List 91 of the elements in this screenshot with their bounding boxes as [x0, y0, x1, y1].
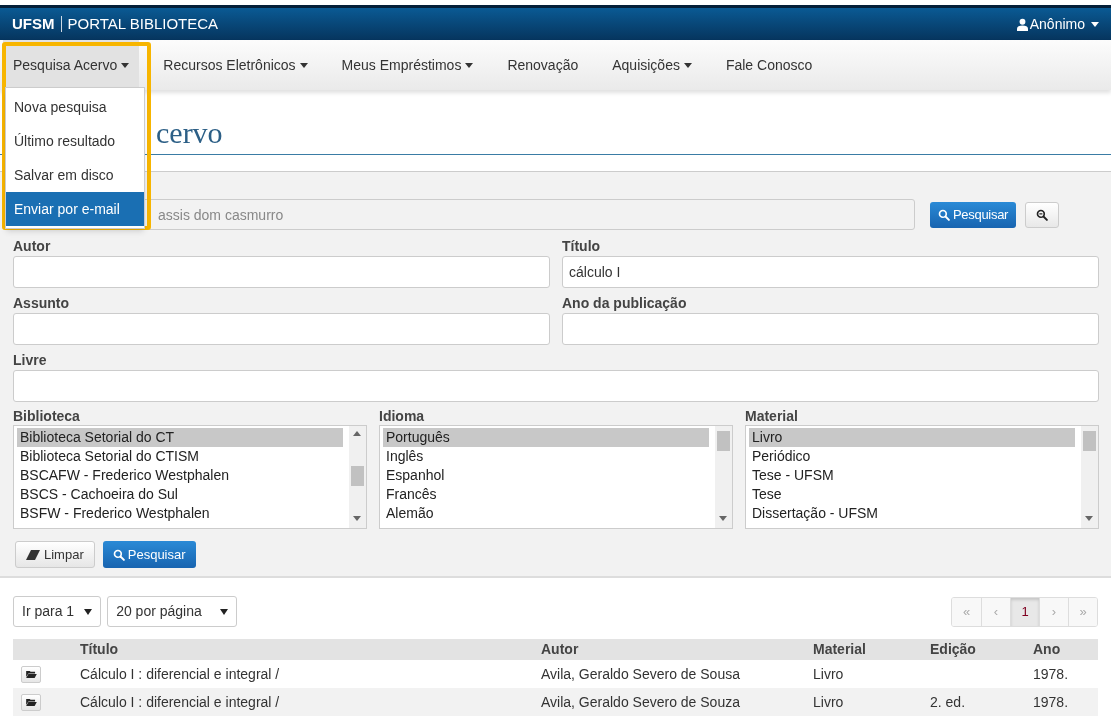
scroll-thumb[interactable]	[351, 466, 364, 486]
field-label: Ano da publicação	[562, 294, 688, 312]
column-header: Autor	[541, 641, 579, 657]
list-option[interactable]: Francês	[383, 485, 709, 504]
per-page-select[interactable]: 20 por página	[107, 596, 238, 627]
folder-icon	[25, 670, 37, 678]
caret-icon	[121, 62, 130, 68]
open-record-button[interactable]	[21, 665, 41, 683]
list-option[interactable]: Espanhol	[383, 466, 709, 485]
scroll-thumb[interactable]	[1083, 431, 1096, 451]
scroll-thumb[interactable]	[717, 431, 730, 451]
list-option[interactable]: Periódico	[749, 447, 1075, 466]
field-label: Material	[745, 407, 799, 425]
nav-menu-item[interactable]: Aquisições	[602, 40, 702, 90]
search-button[interactable]: Pesquisar	[930, 201, 1017, 228]
list-option[interactable]: Livro	[749, 428, 1075, 447]
user-menu[interactable]: Anônimo	[1016, 13, 1099, 35]
list-box[interactable]: Livro Periódico Tese - UFSM Tese Dissertação - UFSM	[745, 425, 1099, 529]
text-field[interactable]	[13, 256, 550, 288]
field-label: Assunto	[13, 294, 70, 312]
eraser-icon	[26, 549, 40, 560]
folder-icon	[25, 698, 37, 706]
scrollbar[interactable]	[715, 426, 732, 528]
table-cell: Cálculo I : diferencial e integral /	[80, 665, 280, 682]
field-label: Título	[562, 237, 602, 255]
page-heading: cervo	[156, 118, 223, 148]
list-option[interactable]: Tese	[749, 485, 1075, 504]
column-header: Título	[80, 641, 119, 657]
list-option[interactable]: BSFW - Frederico Westphalen	[17, 504, 343, 523]
brand-logo-text: UFSM	[12, 13, 55, 34]
caret-icon	[299, 62, 308, 68]
scrollbar[interactable]	[349, 426, 366, 528]
clear-button[interactable]: Limpar	[15, 541, 95, 568]
text-field[interactable]	[562, 313, 1099, 345]
table-cell: Livro	[813, 665, 844, 682]
zoom-out-button[interactable]	[1025, 201, 1060, 228]
goto-page-select[interactable]: Ir para 1	[13, 596, 102, 627]
column-header: Ano	[1033, 641, 1061, 657]
zoom-out-icon	[1036, 208, 1049, 221]
nav-menu-item[interactable]: Renovação	[497, 40, 589, 90]
text-field[interactable]: cálculo I	[562, 256, 1099, 288]
list-option[interactable]: Alemão	[383, 504, 709, 523]
scrollbar[interactable]	[1081, 426, 1098, 528]
pagination-button[interactable]: 1	[1010, 597, 1039, 626]
table-cell: Avila, Geraldo Severo de Souza	[541, 693, 740, 710]
text-field[interactable]	[13, 370, 1099, 402]
dropdown-menu-item[interactable]: Enviar por e-mail	[6, 192, 144, 226]
field-label: Biblioteca	[13, 407, 81, 425]
table-cell: 2. ed.	[930, 693, 966, 710]
caret-icon	[84, 608, 93, 615]
search-icon	[112, 548, 125, 561]
caret-icon	[465, 62, 474, 68]
column-header: Material	[813, 641, 866, 657]
field-label: Livre	[13, 351, 48, 369]
caret-icon	[1091, 21, 1099, 27]
scroll-down-icon[interactable]	[719, 516, 727, 521]
list-box[interactable]: Português Inglês Espanhol Francês Alemão	[379, 425, 733, 529]
scroll-up-icon[interactable]	[353, 431, 361, 436]
dropdown-menu-item[interactable]: Nova pesquisa	[6, 90, 144, 124]
caret-icon	[683, 62, 692, 68]
search-button[interactable]: Pesquisar	[102, 541, 196, 568]
scroll-down-icon[interactable]	[1085, 516, 1093, 521]
list-option[interactable]: Biblioteca Setorial do CT	[17, 428, 343, 447]
dropdown-menu-item[interactable]: Último resultado	[6, 124, 144, 158]
text-field[interactable]	[13, 313, 550, 345]
nav-menu-item[interactable]: Meus Empréstimos	[331, 40, 484, 90]
table-cell: Avila, Geraldo Severo de Sousa	[541, 665, 740, 682]
nav-menu-item[interactable]: Recursos Eletrônicos	[153, 40, 318, 90]
open-record-button[interactable]	[21, 693, 41, 711]
table-cell: Livro	[813, 693, 844, 710]
list-box[interactable]: Biblioteca Setorial do CT Biblioteca Setorial do CTISM BSCAFW - Frederico Westphalen BSCS - Cachoeira do Sul BSFW - Frederico Westphalen	[13, 425, 367, 529]
list-option[interactable]: Dissertação - UFSM	[749, 504, 1075, 523]
list-option[interactable]: Biblioteca Setorial do CTISM	[17, 447, 343, 466]
scroll-down-icon[interactable]	[353, 516, 361, 521]
table-cell: 1978.	[1033, 693, 1069, 710]
table-cell: 1978.	[1033, 665, 1069, 682]
column-header: Edição	[930, 641, 976, 657]
list-option[interactable]: Tese - UFSM	[749, 466, 1075, 485]
caret-icon	[220, 608, 229, 615]
list-option[interactable]: BSCAFW - Frederico Westphalen	[17, 466, 343, 485]
field-label: Autor	[13, 237, 52, 255]
list-option[interactable]: Inglês	[383, 447, 709, 466]
portal-title: PORTAL BIBLIOTECA	[67, 13, 219, 34]
dropdown-menu-item[interactable]: Salvar em disco	[6, 158, 144, 192]
table-cell: Cálculo I : diferencial e integral /	[80, 693, 280, 710]
list-option[interactable]: BSCS - Cachoeira do Sul	[17, 485, 343, 504]
user-icon	[1016, 17, 1028, 31]
field-label: Idioma	[379, 407, 426, 425]
list-option[interactable]: Português	[383, 428, 709, 447]
search-icon	[938, 208, 950, 221]
nav-menu-item[interactable]: Fale Conosco	[715, 40, 823, 90]
